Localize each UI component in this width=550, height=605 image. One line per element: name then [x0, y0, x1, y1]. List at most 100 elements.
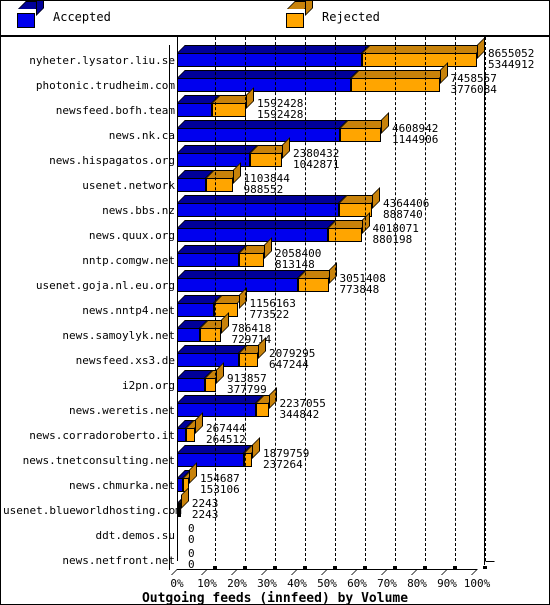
bar-row: 00: [177, 520, 485, 545]
value-label-rejected: 153106: [200, 483, 240, 496]
bar-segment-accepted-top: [177, 345, 247, 353]
grid-line: [245, 37, 246, 561]
category-label: news.nntp4.net: [82, 304, 175, 317]
bar-segment-accepted[interactable]: [177, 353, 239, 367]
bar-segment-accepted-top: [177, 220, 336, 228]
category-label: usenet.blueworldhosting.com: [3, 504, 182, 517]
rejected-swatch-cube-icon: [286, 1, 313, 28]
bar-segment-rejected[interactable]: [239, 253, 264, 267]
category-label: newsfeed.bofh.team: [55, 104, 175, 117]
bar-segment-rejected[interactable]: [206, 178, 233, 192]
stacked-bar[interactable]: [177, 412, 203, 442]
bars-container: 8655052 5344912 7458557 3776084 1592428 15924…: [177, 37, 534, 570]
bar-segment-rejected[interactable]: [256, 403, 269, 417]
grid-line: [395, 37, 396, 561]
bar-row: 2380432 1042871: [177, 137, 485, 171]
plot-right-border: [484, 37, 485, 565]
category-label: nntp.comgw.net: [82, 254, 175, 267]
stacked-bar[interactable]: [177, 137, 290, 167]
category-label: ddt.demos.su: [95, 529, 175, 542]
bar-segment-accepted[interactable]: [177, 428, 186, 442]
stacked-bar[interactable]: [177, 62, 448, 92]
stacked-bar[interactable]: [177, 387, 277, 417]
stacked-bar[interactable]: [177, 237, 272, 267]
bar-segment-accepted[interactable]: [177, 78, 351, 92]
bar-segment-rejected[interactable]: [298, 278, 329, 292]
value-label-rejected: 1592428: [257, 108, 304, 121]
bar-row: 1879759 237264: [177, 437, 485, 471]
category-label: news.tnetconsulting.net: [22, 454, 175, 467]
stacked-bar[interactable]: [177, 362, 224, 392]
bar-row: 1592428 1592428: [177, 87, 485, 121]
bar-segment-accepted[interactable]: [177, 203, 339, 217]
bar-segment-accepted[interactable]: [177, 453, 244, 467]
bar-row: 2243 2243: [177, 487, 485, 520]
value-label-rejected: 5344912: [488, 58, 535, 71]
bar-segment-accepted-top: [177, 70, 359, 78]
x-axis-depth-edge: [477, 561, 495, 570]
bar-segment-accepted[interactable]: [177, 378, 205, 392]
value-label-rejected: 813148: [275, 258, 315, 271]
stacked-bar[interactable]: [177, 162, 241, 192]
stacked-bar[interactable]: [177, 112, 389, 142]
bar-row: 8655052 5344912: [177, 37, 534, 70]
bar-segment-rejected[interactable]: [250, 153, 282, 167]
bar-segment-accepted-top: [177, 45, 370, 53]
chart-plot-area: nyheter.lysator.liu.se photonic.trudheim.…: [1, 37, 549, 604]
chart-legend: Accepted Rejected: [1, 1, 549, 37]
bar-segment-rejected-top: [362, 45, 485, 53]
bar-segment-accepted[interactable]: [177, 303, 214, 317]
bar-segment-rejected[interactable]: [340, 128, 381, 142]
x-axis-tick-mark: [213, 566, 217, 569]
grid-line: [425, 37, 426, 561]
category-label: news.quux.org: [88, 229, 175, 242]
grid-line: [305, 37, 306, 561]
bar-segment-rejected[interactable]: [212, 103, 246, 117]
category-label: news.netfront.net: [62, 554, 175, 567]
stacked-bar[interactable]: [177, 287, 247, 317]
bar-row: 154687 153106: [177, 462, 485, 496]
bar-segment-accepted[interactable]: [177, 128, 340, 142]
value-label-rejected: 264512: [206, 433, 246, 446]
bar-row: 4364406 888740: [177, 187, 485, 221]
bar-row: 2237055 344842: [177, 387, 485, 420]
category-label: news.samoylyk.net: [62, 329, 175, 342]
x-axis-tick-mark: [333, 566, 337, 569]
category-label: usenet.network: [82, 179, 175, 192]
bar-segment-accepted[interactable]: [177, 278, 298, 292]
category-label: nyheter.lysator.liu.se: [29, 54, 175, 67]
bar-segment-rejected[interactable]: [362, 53, 477, 67]
grid-line: [275, 37, 276, 561]
bar-segment-accepted[interactable]: [177, 178, 206, 192]
value-label-rejected: 988552: [243, 183, 284, 196]
bar-segment-accepted-top: [177, 195, 347, 203]
bar-segment-accepted-top: [177, 395, 264, 403]
category-axis-labels: nyheter.lysator.liu.se photonic.trudheim.…: [1, 37, 182, 577]
bar-segment-rejected[interactable]: [200, 328, 221, 342]
stacked-bar[interactable]: [177, 487, 189, 517]
x-axis-tick-mark: [303, 566, 307, 569]
category-label: news.nk.ca: [108, 129, 175, 142]
legend-label-accepted: Accepted: [53, 10, 111, 24]
value-label-rejected: 888740: [383, 208, 423, 221]
chart-page: Accepted Rejected nyheter.lysator.liu.se…: [0, 0, 550, 605]
stacked-bar[interactable]: [177, 312, 229, 342]
stacked-bar[interactable]: [177, 37, 485, 67]
x-axis-tick-label: 100%: [463, 577, 491, 590]
bar-segment-accepted[interactable]: [177, 103, 212, 117]
category-label: news.hispagatos.org: [49, 154, 175, 167]
bar-segment-rejected[interactable]: [186, 428, 195, 442]
value-label-rejected: 237264: [263, 458, 303, 471]
x-axis: [171, 561, 495, 575]
stacked-bar[interactable]: [177, 87, 254, 117]
value-label-rejected: 773848: [339, 283, 380, 296]
value-label-rejected: 377799: [227, 383, 267, 396]
category-label: usenet.goja.nl.eu.org: [35, 279, 175, 292]
bar-segment-rejected[interactable]: [239, 353, 258, 367]
bar-segment-accepted[interactable]: [177, 328, 200, 342]
grid-line: [365, 37, 366, 561]
bar-segment-rejected[interactable]: [328, 228, 362, 242]
bar-segment-accepted[interactable]: [177, 253, 239, 267]
legend-label-rejected: Rejected: [322, 10, 380, 24]
value-label-rejected: 1042871: [293, 158, 340, 171]
